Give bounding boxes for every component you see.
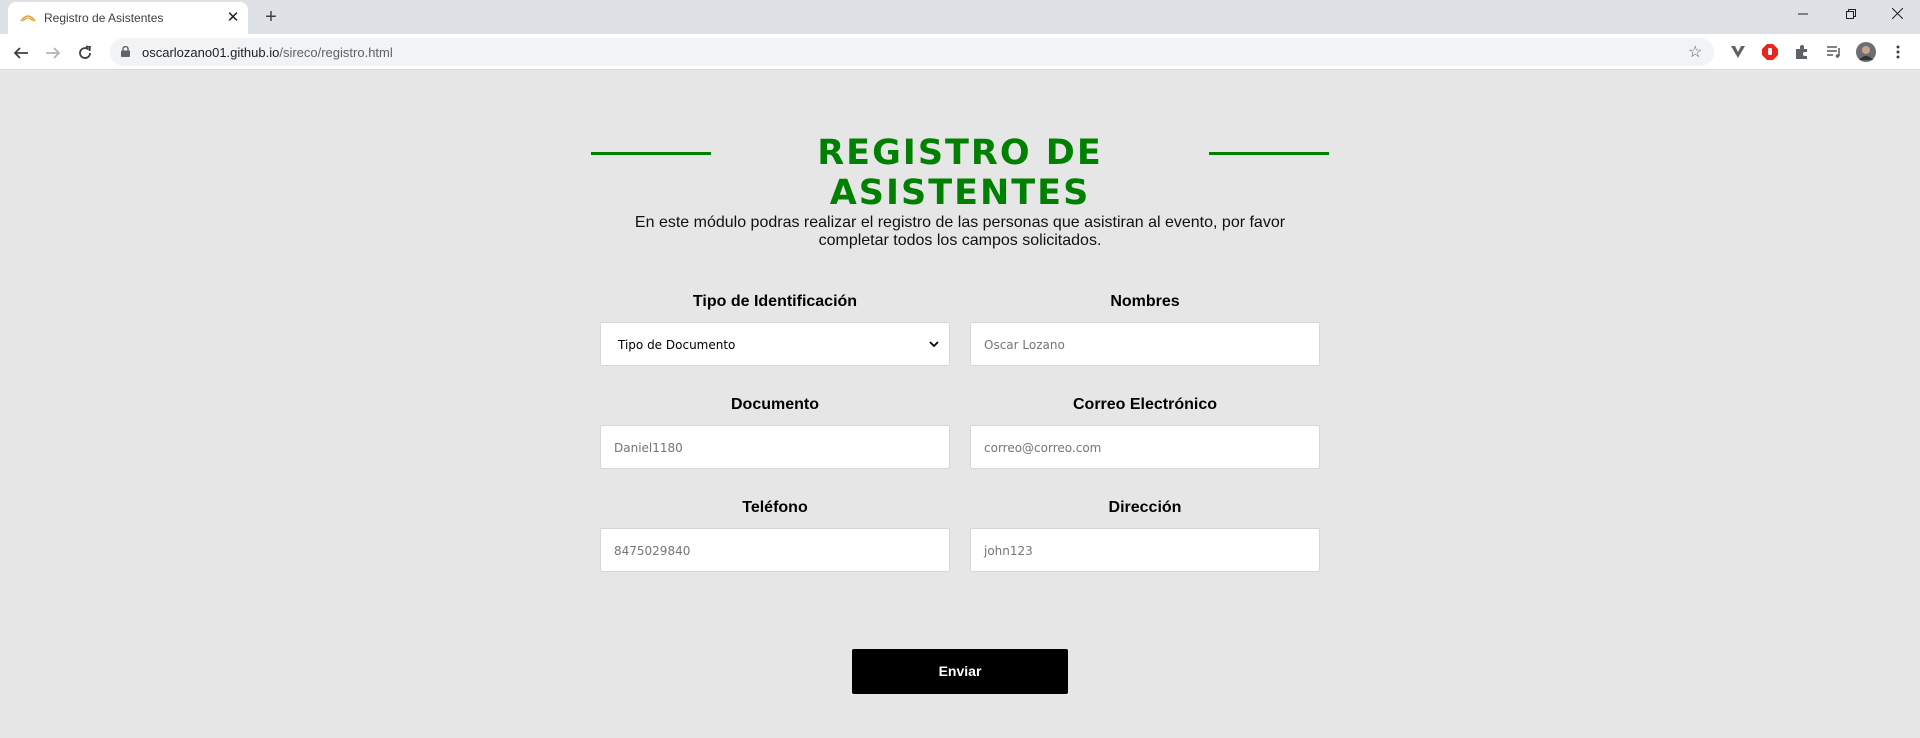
adblock-extension-icon[interactable] xyxy=(1760,42,1780,62)
tab-title: Registro de Asistentes xyxy=(44,11,164,25)
nombres-placeholder: Oscar Lozano xyxy=(984,338,1065,352)
documento-placeholder: Daniel1180 xyxy=(614,441,683,455)
close-window-icon[interactable] xyxy=(1874,0,1920,30)
intro-text: En este módulo podras realizar el regist… xyxy=(634,214,1286,249)
direccion-label: Dirección xyxy=(1108,499,1182,516)
correo-label: Correo Electrónico xyxy=(1072,396,1218,413)
bookmark-star-icon[interactable]: ☆ xyxy=(1688,42,1702,62)
browser-tab[interactable]: Registro de Asistentes ✕ xyxy=(8,2,248,34)
minimize-icon[interactable] xyxy=(1780,0,1826,30)
profile-avatar[interactable] xyxy=(1856,42,1876,62)
lock-icon xyxy=(121,46,130,57)
telefono-label: Teléfono xyxy=(742,499,808,516)
tipo-identificacion-select[interactable]: Tipo de Documento xyxy=(600,322,950,366)
direccion-input[interactable]: john123 xyxy=(970,528,1320,572)
media-queue-icon[interactable] xyxy=(1824,42,1844,62)
direccion-placeholder: john123 xyxy=(984,544,1033,558)
reload-icon[interactable] xyxy=(72,40,98,66)
puzzle-extensions-icon[interactable] xyxy=(1792,42,1812,62)
documento-input[interactable]: Daniel1180 xyxy=(600,425,950,469)
tipo-identificacion-label: Tipo de Identificación xyxy=(692,293,858,310)
restore-icon[interactable] xyxy=(1828,0,1874,30)
url-host: oscarlozano01.github.io xyxy=(142,45,280,60)
address-bar[interactable]: oscarlozano01.github.io/sireco/registro.… xyxy=(110,38,1714,66)
new-tab-button[interactable]: + xyxy=(260,6,282,28)
browser-tab-strip: Registro de Asistentes ✕ + xyxy=(0,0,1920,34)
correo-input[interactable]: correo@correo.com xyxy=(970,425,1320,469)
site-favicon-icon xyxy=(20,15,36,22)
telefono-placeholder: 8475029840 xyxy=(614,544,691,558)
title-rule-left xyxy=(591,152,711,155)
url-path: /sireco/registro.html xyxy=(279,45,393,60)
page-title: REGISTRO DE ASISTENTES xyxy=(817,133,1103,213)
documento-label: Documento xyxy=(731,396,819,413)
nombres-label: Nombres xyxy=(1110,293,1180,310)
chevron-down-icon xyxy=(929,341,939,348)
tab-close-icon[interactable]: ✕ xyxy=(224,9,242,27)
vivaldi-extension-icon[interactable] xyxy=(1728,42,1748,62)
telefono-input[interactable]: 8475029840 xyxy=(600,528,950,572)
nombres-input[interactable]: Oscar Lozano xyxy=(970,322,1320,366)
url-text: oscarlozano01.github.io/sireco/registro.… xyxy=(142,45,393,60)
title-rule-right xyxy=(1209,152,1329,155)
menu-kebab-icon[interactable] xyxy=(1888,42,1908,62)
tipo-identificacion-value: Tipo de Documento xyxy=(618,338,736,352)
correo-placeholder: correo@correo.com xyxy=(984,441,1102,455)
forward-arrow-icon[interactable] xyxy=(40,40,66,66)
browser-toolbar: oscarlozano01.github.io/sireco/registro.… xyxy=(0,34,1920,70)
enviar-button[interactable]: Enviar xyxy=(852,649,1068,694)
back-arrow-icon[interactable] xyxy=(8,40,34,66)
